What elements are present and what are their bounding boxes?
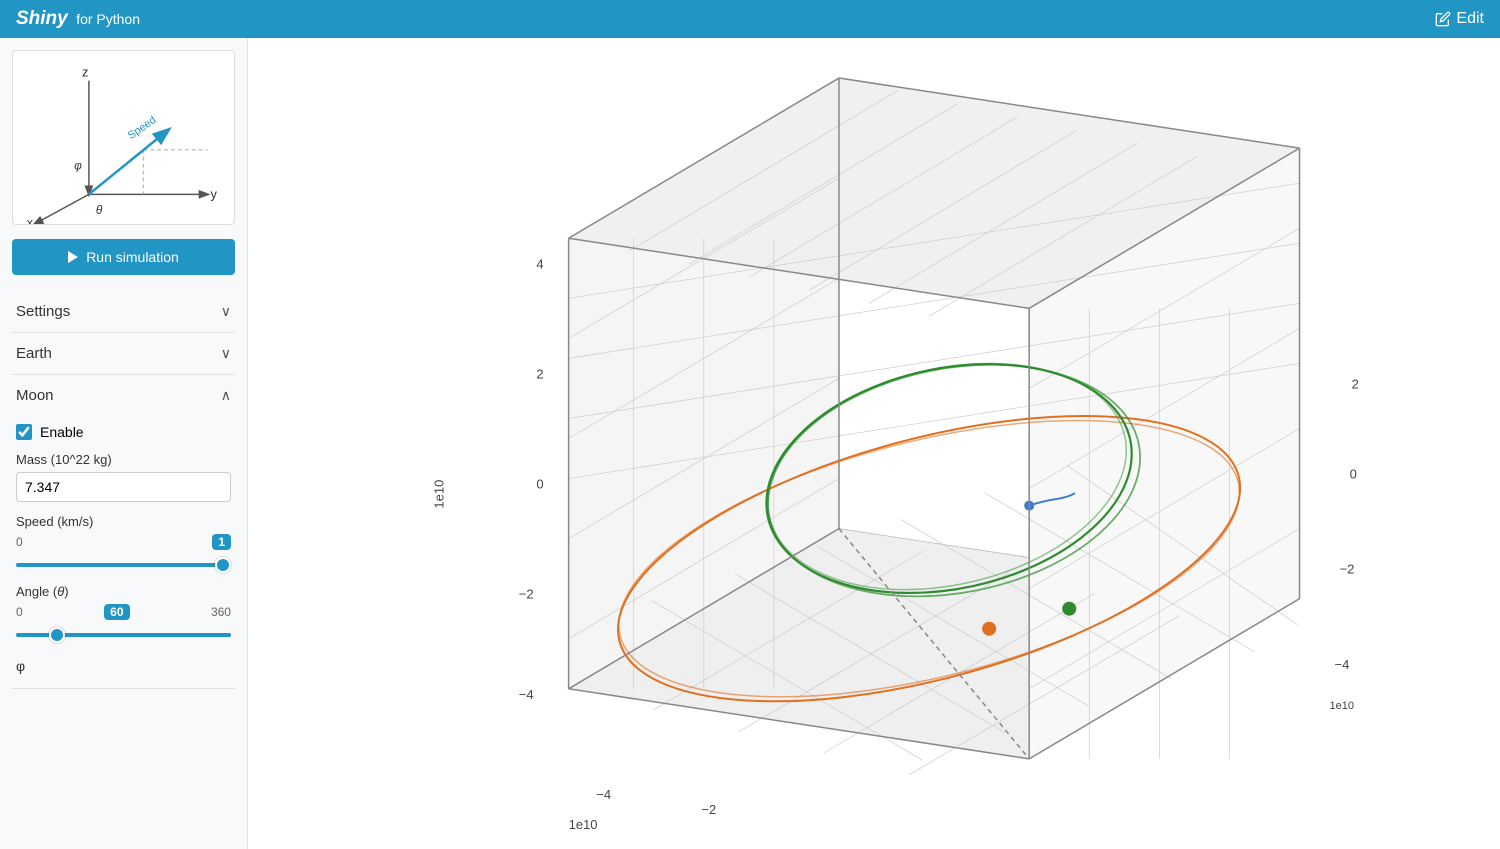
earth-chevron: ∨: [221, 345, 231, 362]
diagram-box: Speed φ θ z y x: [12, 50, 235, 225]
brand-subtitle: for Python: [76, 11, 140, 27]
settings-accordion-header[interactable]: Settings ∨: [12, 291, 235, 332]
run-simulation-label: Run simulation: [86, 249, 179, 265]
coordinate-diagram: Speed φ θ z y x: [13, 51, 234, 224]
mass-label: Mass (10^22 kg): [16, 452, 231, 467]
earth-accordion-header[interactable]: Earth ∨: [12, 333, 235, 374]
earth-label: Earth: [16, 345, 52, 362]
moon-accordion: Moon ∧ Enable Mass (10^22 kg) Speed (km/…: [12, 375, 235, 689]
speed-badge: 1: [212, 534, 231, 550]
svg-text:−4: −4: [519, 687, 534, 702]
enable-label[interactable]: Enable: [40, 424, 84, 440]
settings-chevron: ∨: [221, 303, 231, 320]
svg-text:0: 0: [1350, 467, 1357, 482]
sidebar: Speed φ θ z y x: [0, 38, 248, 849]
svg-text:−2: −2: [701, 802, 716, 817]
play-icon: [68, 251, 78, 263]
brand-area: Shiny for Python: [16, 8, 140, 30]
angle-max-label: 360: [211, 605, 231, 619]
svg-text:φ: φ: [74, 159, 82, 173]
enable-row: Enable: [16, 424, 231, 440]
svg-text:1e10: 1e10: [431, 480, 446, 509]
svg-text:4: 4: [536, 256, 543, 271]
svg-text:−2: −2: [519, 587, 534, 602]
svg-text:−2: −2: [1340, 562, 1355, 577]
settings-label: Settings: [16, 303, 70, 320]
edit-button[interactable]: Edit: [1435, 10, 1484, 28]
run-simulation-button[interactable]: Run simulation: [12, 239, 235, 275]
svg-text:z: z: [82, 65, 88, 80]
angle-label: Angle (θ): [16, 584, 231, 599]
angle-min-label: 0: [16, 605, 23, 619]
main-layout: Speed φ θ z y x: [0, 38, 1500, 849]
phi-label: φ: [16, 654, 231, 674]
speed-label: Speed (km/s): [16, 514, 231, 529]
svg-text:x: x: [27, 215, 34, 224]
angle-slider[interactable]: [16, 633, 231, 637]
moon-label: Moon: [16, 387, 54, 404]
speed-min-label: 0: [16, 535, 23, 549]
brand-logo: Shiny: [16, 8, 68, 29]
edit-icon: [1435, 11, 1451, 27]
mass-input[interactable]: [16, 472, 231, 502]
edit-label: Edit: [1456, 10, 1484, 28]
svg-text:2: 2: [1352, 376, 1359, 391]
moon-chevron: ∧: [221, 387, 231, 404]
svg-text:1e10: 1e10: [1330, 700, 1354, 712]
svg-text:1e10: 1e10: [569, 817, 598, 832]
svg-text:−4: −4: [596, 787, 611, 802]
svg-text:0: 0: [536, 477, 543, 492]
chart-area: 1e10 4 2 0 −2 −4 −4 −2 1e10 −4 1e10 −2 0…: [248, 38, 1500, 849]
speed-slider-labels: 0 1: [16, 534, 231, 550]
svg-text:θ: θ: [96, 203, 103, 217]
speed-slider[interactable]: [16, 563, 231, 567]
settings-accordion: Settings ∨: [12, 291, 235, 333]
enable-checkbox[interactable]: [16, 424, 32, 440]
svg-text:−4: −4: [1335, 657, 1350, 672]
moon-accordion-header[interactable]: Moon ∧: [12, 375, 235, 416]
orbit-chart: 1e10 4 2 0 −2 −4 −4 −2 1e10 −4 1e10 −2 0…: [248, 38, 1500, 849]
angle-badge: 60: [104, 604, 129, 620]
angle-slider-labels: 0 60 360: [16, 604, 231, 620]
earth-accordion: Earth ∨: [12, 333, 235, 375]
svg-text:2: 2: [536, 366, 543, 381]
speed-slider-container: Speed (km/s) 0 1: [16, 514, 231, 572]
angle-slider-container: Angle (θ) 0 60 360: [16, 584, 231, 642]
app-header: Shiny for Python Edit: [0, 0, 1500, 38]
svg-text:y: y: [210, 186, 217, 201]
moon-accordion-content: Enable Mass (10^22 kg) Speed (km/s) 0 1: [12, 416, 235, 688]
